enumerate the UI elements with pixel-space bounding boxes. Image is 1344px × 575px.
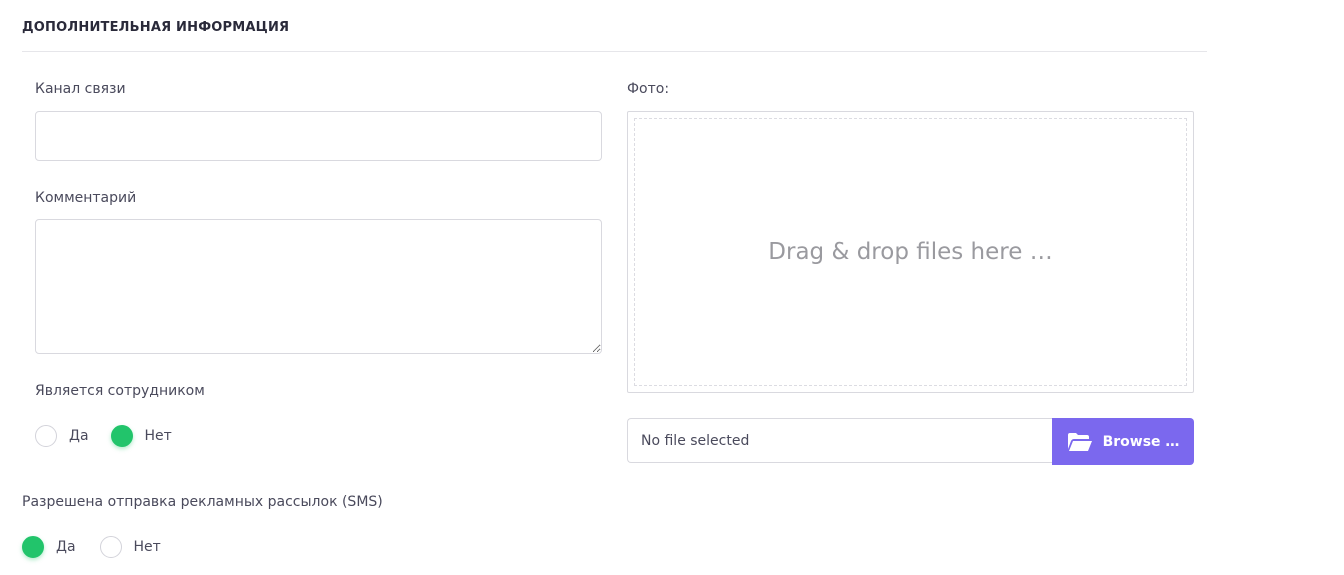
- additional-info-form: ДОПОЛНИТЕЛЬНАЯ ИНФОРМАЦИЯ Канал связи Ко…: [0, 0, 1344, 575]
- photo-dropzone[interactable]: Drag & drop files here …: [627, 111, 1194, 393]
- radio-label-no: Нет: [144, 428, 172, 444]
- comment-label: Комментарий: [35, 190, 137, 206]
- sms-allowed-radio-group: Да Нет: [22, 536, 183, 558]
- folder-open-icon: [1067, 432, 1092, 451]
- sms-allowed-option-yes[interactable]: Да: [22, 536, 76, 558]
- photo-label: Фото:: [627, 81, 670, 97]
- radio-label-no: Нет: [133, 539, 161, 555]
- section-divider: [22, 51, 1207, 52]
- browse-button-label: Browse …: [1102, 433, 1180, 450]
- radio-button[interactable]: [35, 425, 57, 447]
- comment-textarea[interactable]: [35, 219, 602, 354]
- dropzone-inner-border: Drag & drop files here …: [634, 118, 1187, 386]
- is-employee-radio-group: Да Нет: [35, 425, 194, 447]
- sms-allowed-label: Разрешена отправка рекламных рассылок (S…: [22, 494, 383, 510]
- is-employee-label: Является сотрудником: [35, 383, 205, 399]
- is-employee-option-no[interactable]: Нет: [110, 425, 172, 447]
- radio-label-yes: Да: [69, 428, 89, 444]
- contact-channel-label: Канал связи: [35, 81, 126, 97]
- dropzone-text: Drag & drop files here …: [768, 239, 1053, 265]
- browse-button[interactable]: Browse …: [1052, 418, 1194, 465]
- radio-button-checked[interactable]: [110, 425, 133, 447]
- is-employee-option-yes[interactable]: Да: [35, 425, 89, 447]
- section-title: ДОПОЛНИТЕЛЬНАЯ ИНФОРМАЦИЯ: [22, 20, 290, 35]
- radio-button-checked[interactable]: [22, 536, 44, 558]
- file-caption-field[interactable]: No file selected: [627, 418, 1057, 463]
- contact-channel-input[interactable]: [35, 111, 602, 161]
- radio-label-yes: Да: [56, 539, 76, 555]
- radio-button[interactable]: [99, 536, 122, 558]
- sms-allowed-option-no[interactable]: Нет: [99, 536, 161, 558]
- file-status-text: No file selected: [641, 432, 750, 449]
